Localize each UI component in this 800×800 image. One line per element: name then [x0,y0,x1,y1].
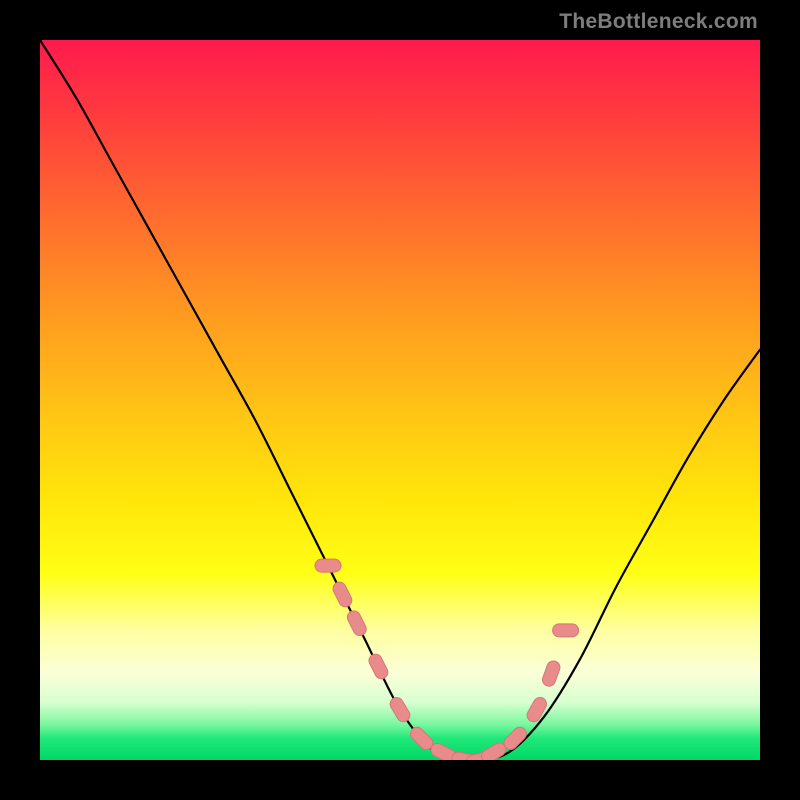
watermark-text: TheBottleneck.com [559,10,758,34]
curve-marker [315,559,341,572]
curve-marker [541,659,562,688]
chart-svg [40,40,760,760]
curve-marker [367,652,390,681]
plot-area [40,40,760,760]
marker-group [315,559,579,760]
curve-marker [345,609,368,638]
bottleneck-curve [40,40,760,760]
curve-marker [525,695,549,724]
curve-marker [553,624,579,637]
curve-marker [388,695,413,724]
curve-marker [331,580,354,609]
chart-frame: TheBottleneck.com [0,0,800,800]
